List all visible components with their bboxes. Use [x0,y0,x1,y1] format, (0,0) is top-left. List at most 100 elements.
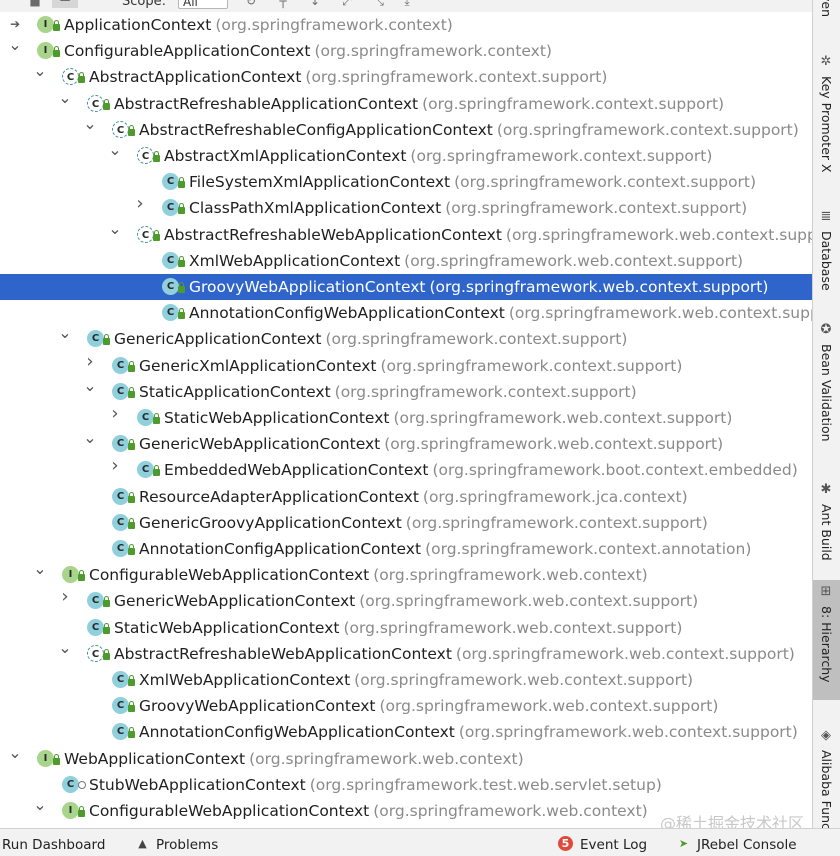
package-name: (org.springframework.web.context.suppo [508,304,812,323]
chevron-down-icon[interactable]: ⌄ [58,325,72,341]
database-icon: ≣ [820,209,832,224]
class-hierarchy-toggle[interactable]: ▀ [52,0,78,8]
lock-icon [153,413,160,424]
tree-row[interactable]: ⌄ C AbstractRefreshableApplicationContext(… [0,89,812,117]
tree-row[interactable]: ⌄ C GenericApplicationContext (org.springfr… [0,325,812,352]
package-name: (org.springframework.web.context.support… [393,409,733,427]
chevron-down-icon[interactable]: ⌄ [58,639,72,655]
chevron-down-icon[interactable]: ⌄ [83,430,97,446]
tree-row[interactable]: C StaticWebApplicationContext (org.springf… [0,615,812,641]
side-tab-8-hierarchy[interactable]: ⊞ 8: Hierarchy [813,580,840,700]
tree-row[interactable]: › C GenericXmlApplicationContext (org.sprin… [0,352,812,379]
side-tab-key-promoter-x[interactable]: ✲ Key Promoter X [813,50,840,190]
tree-row[interactable]: › C EmbeddedWebApplicationContext (org.spri… [0,457,812,483]
tree-row-label: StubWebApplicationContext (org.springfram… [89,776,662,794]
class-name: XmlWebApplicationContext [139,671,351,689]
tree-row[interactable]: C GenericGroovyApplicationContext (org.spr… [0,510,812,536]
circle-icon [78,780,86,789]
lock-icon [128,360,135,372]
class-name: WebApplicationContext [64,749,246,768]
class-name: AnnotationConfigWebApplicationContext [139,723,455,742]
chevron-right-icon[interactable]: › [108,457,122,475]
tree-row[interactable]: C FileSystemXmlApplicationContext (org.spr… [0,169,812,195]
chevron-down-icon[interactable]: ⌄ [8,37,22,53]
package-name: (org.springframework.context.support) [445,199,748,218]
tree-row[interactable]: ⌄ C AbstractRefreshableWebApplicationConte… [0,639,812,667]
tree-row[interactable]: ⌄ I ConfigurableWebApplicationContext (org.… [0,561,812,588]
class-icon: C [162,199,179,217]
class-name: AbstractRefreshableApplicationContext [114,94,419,113]
chevron-right-icon[interactable]: › [83,352,97,370]
tree-row-label: AbstractRefreshableApplicationContext (or… [114,95,724,113]
export-icon[interactable]: ⤓ [400,0,414,8]
class-icon: C [87,618,104,636]
chevron-down-icon[interactable]: ⌄ [33,797,47,813]
chevron-down-icon[interactable]: ⌄ [108,220,122,236]
lock-icon [128,517,135,529]
tree-row[interactable]: ⌄ I ConfigurableApplicationContext (org.spr… [0,37,812,64]
tree-row[interactable]: C AnnotationConfigWebApplicationContext (o… [0,300,812,326]
lock-icon [78,72,85,84]
sort-icon[interactable]: ↓ [308,0,322,8]
chevron-down-icon[interactable]: ⌄ [83,377,97,393]
side-tab-ant-build[interactable]: ✱ Ant Build [813,478,840,568]
tree-row[interactable]: ⌄ C StaticApplicationContext (org.springfra… [0,377,812,405]
side-tab-ven[interactable]: ven [813,0,840,28]
tree-row[interactable]: › C GenericWebApplicationContext (org.sprin… [0,588,812,614]
jrebel-console-tab[interactable]: JRebel Console [697,837,797,853]
key-promoter-icon: ✲ [820,54,832,69]
tree-row-label: ApplicationContext (org.springframework.c… [64,16,453,34]
side-tab-label: 8: Hierarchy [819,606,834,683]
tree-row[interactable]: C XmlWebApplicationContext (org.springfram… [0,248,812,274]
tree-row-label: GroovyWebApplicationContext (org.springfr… [139,697,718,715]
lock-icon [128,439,135,451]
tree-row[interactable]: ⌄ C GenericWebApplicationContext (org.sprin… [0,430,812,457]
chevron-right-icon[interactable]: › [133,195,147,213]
chevron-down-icon[interactable]: ⌄ [8,744,22,760]
chevron-down-icon[interactable]: ⌄ [58,89,72,105]
package-name: (org.springframework.web.context.support… [379,697,719,716]
collapse-icon[interactable]: ⤡ [372,0,386,8]
tree-row[interactable]: ⌄ C AbstractApplicationContext (org.springf… [0,63,812,90]
package-name: (org.springframework.context.support) [305,68,608,87]
expand-icon[interactable]: ⤢ [340,0,354,8]
hierarchy-toolbar: ■ ▀ Scope: All ↻ ┬ ↓ ⤢ ⤡ ⤓ [0,0,812,12]
refresh-icon[interactable]: ↻ [244,0,258,8]
tree-row[interactable]: C GroovyWebApplicationContext (org.springf… [0,693,812,719]
tree-row[interactable]: ➔ I ApplicationContext (org.springframework… [0,12,812,38]
side-tab-database[interactable]: ≣ Database [813,205,840,305]
chevron-down-icon[interactable]: ⌄ [33,561,47,577]
pin-icon[interactable]: ┬ [276,0,290,8]
class-name: AbstractApplicationContext [89,68,302,87]
event-log-tab[interactable]: Event Log [580,837,647,853]
tree-row[interactable]: › C ClassPathXmlApplicationContext (org.spr… [0,195,812,221]
tree-row-selected[interactable]: C GroovyWebApplicationContext (org.springf… [0,274,812,300]
tree-row[interactable]: ⌄ C AbstractXmlApplicationContext (org.spri… [0,142,812,169]
chevron-down-icon[interactable]: ⌄ [83,115,97,131]
class-name: GroovyWebApplicationContext [139,697,376,716]
scope-select[interactable]: All [178,0,228,9]
class-name: AbstractRefreshableConfigApplicationCont… [139,120,493,139]
tree-row[interactable]: ⌄ C AbstractRefreshableConfigApplicationCo… [0,115,812,143]
toolbar-icon[interactable]: ■ [28,0,42,8]
tree-row-label: StaticApplicationContext (org.springframe… [139,383,637,401]
problems-tab[interactable]: Problems [156,837,218,853]
side-tab-bean-validation[interactable]: ✪ Bean Validation [813,318,840,458]
package-name: (org.springframework.test.web.servlet.se… [309,775,662,794]
tree-row[interactable]: ⌄ I WebApplicationContext (org.springframew… [0,744,812,772]
lock-icon [103,98,110,110]
chevron-down-icon[interactable]: ⌄ [108,142,122,158]
tree-row[interactable]: C AnnotationConfigApplicationContext (org.… [0,536,812,562]
side-tab-alibaba-func[interactable]: ◈ Alibaba Func [813,724,840,830]
tree-row[interactable]: C StubWebApplicationContext (org.springfra… [0,772,812,798]
tree-row[interactable]: › C StaticWebApplicationContext (org.spring… [0,405,812,431]
tree-row[interactable]: C XmlWebApplicationContext (org.springfram… [0,667,812,693]
tree-row[interactable]: C ResourceAdapterApplicationContext (org.s… [0,484,812,510]
lock-icon [128,675,135,686]
chevron-down-icon[interactable]: ⌄ [33,63,47,79]
chevron-right-icon[interactable]: › [108,405,122,423]
run-dashboard-tab[interactable]: Run Dashboard [2,837,105,853]
chevron-right-icon[interactable]: › [58,588,72,606]
tree-row[interactable]: ⌄ C AbstractRefreshableWebApplicationConte… [0,220,812,248]
tree-row[interactable]: C AnnotationConfigWebApplicationContext (o… [0,719,812,745]
